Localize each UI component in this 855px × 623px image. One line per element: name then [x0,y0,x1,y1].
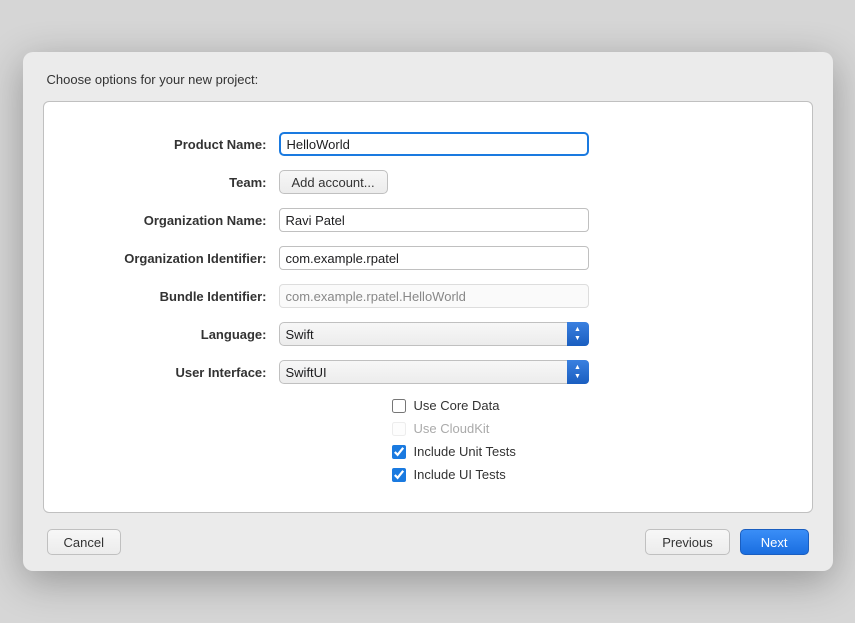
org-name-row: Organization Name: [44,208,812,232]
ui-label: User Interface: [84,365,279,380]
language-row: Language: Swift Objective-C [44,322,812,346]
checkboxes-section: Use Core Data Use CloudKit Include Unit … [44,398,812,482]
form-panel: Product Name: Team: Add account... Organ… [43,101,813,513]
bundle-id-row: Bundle Identifier: com.example.rpatel.He… [44,284,812,308]
add-account-button[interactable]: Add account... [279,170,388,194]
language-select[interactable]: Swift Objective-C [279,322,589,346]
org-id-row: Organization Identifier: [44,246,812,270]
use-core-data-row: Use Core Data [44,398,812,413]
dialog-title: Choose options for your new project: [43,72,813,87]
org-id-label: Organization Identifier: [84,251,279,266]
include-unit-tests-checkbox[interactable] [392,445,406,459]
use-cloudkit-label: Use CloudKit [414,421,490,436]
ui-select-wrapper: SwiftUI Storyboard [279,360,589,384]
team-row: Team: Add account... [44,170,812,194]
include-ui-tests-row: Include UI Tests [44,467,812,482]
ui-select[interactable]: SwiftUI Storyboard [279,360,589,384]
org-name-label: Organization Name: [84,213,279,228]
include-ui-tests-checkbox[interactable] [392,468,406,482]
dialog-footer: Cancel Previous Next [43,529,813,555]
ui-row: User Interface: SwiftUI Storyboard [44,360,812,384]
bundle-id-label: Bundle Identifier: [84,289,279,304]
bundle-id-value: com.example.rpatel.HelloWorld [279,284,589,308]
next-button[interactable]: Next [740,529,809,555]
org-id-input[interactable] [279,246,589,270]
cancel-button[interactable]: Cancel [47,529,121,555]
include-unit-tests-label: Include Unit Tests [414,444,516,459]
org-name-input[interactable] [279,208,589,232]
use-core-data-label: Use Core Data [414,398,500,413]
use-cloudkit-row: Use CloudKit [44,421,812,436]
product-name-input[interactable] [279,132,589,156]
footer-right-buttons: Previous Next [645,529,808,555]
previous-button[interactable]: Previous [645,529,730,555]
language-label: Language: [84,327,279,342]
team-label: Team: [84,175,279,190]
include-unit-tests-row: Include Unit Tests [44,444,812,459]
product-name-label: Product Name: [84,137,279,152]
include-ui-tests-label: Include UI Tests [414,467,506,482]
new-project-dialog: Choose options for your new project: Pro… [23,52,833,571]
use-cloudkit-checkbox[interactable] [392,422,406,436]
product-name-row: Product Name: [44,132,812,156]
language-select-wrapper: Swift Objective-C [279,322,589,346]
use-core-data-checkbox[interactable] [392,399,406,413]
